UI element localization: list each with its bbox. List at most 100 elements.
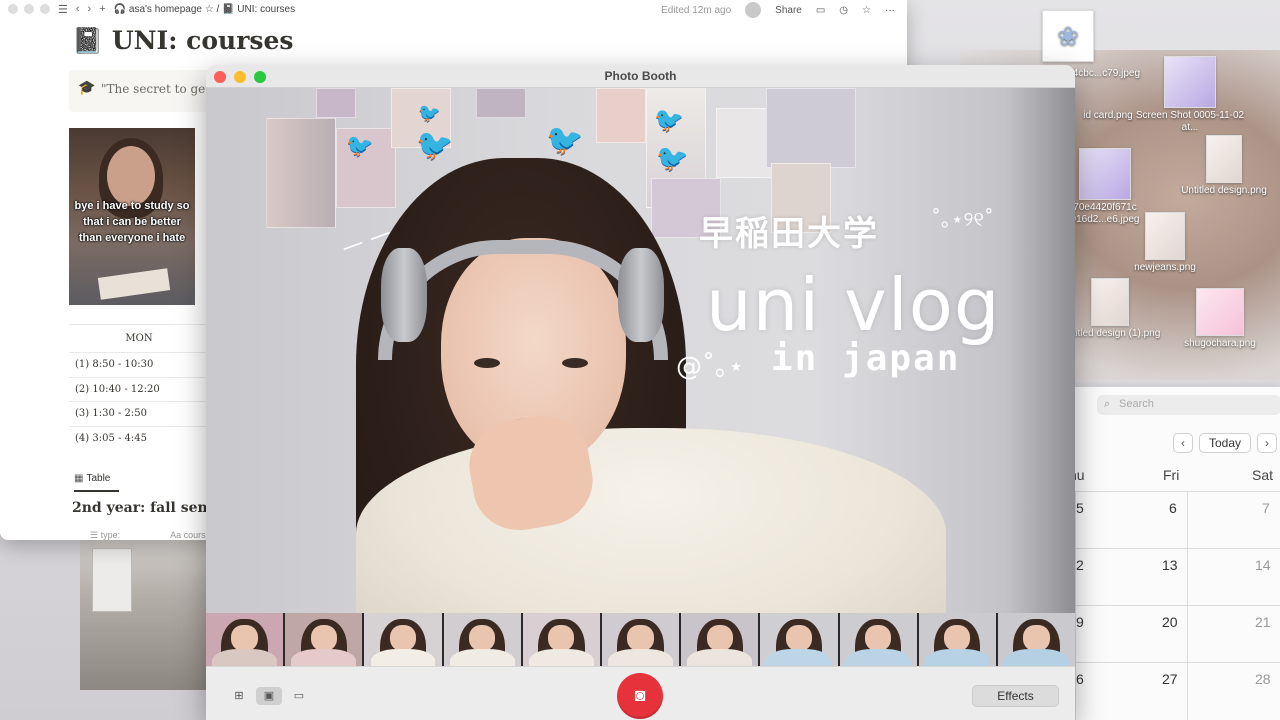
photo-thumbnail[interactable] xyxy=(285,613,363,666)
overlay-subtitle: in japan xyxy=(771,338,961,379)
search-icon: ⌕ xyxy=(1104,398,1111,410)
table-row: (4) 3:05 - 4:45 xyxy=(69,425,209,451)
untitled-thumbnail xyxy=(1206,135,1242,183)
person-sweater xyxy=(356,428,946,613)
video-mode-icon[interactable]: ▭ xyxy=(286,687,312,705)
desktop-wallpaper-hallway xyxy=(80,530,220,690)
close-button[interactable] xyxy=(214,71,226,83)
photo-thumbnail[interactable] xyxy=(839,613,917,666)
comment-icon[interactable]: ▭ xyxy=(816,5,825,16)
overlay-university-name: 早稲田大学 xyxy=(699,214,879,254)
headphones-icon: 🎧 xyxy=(113,3,127,15)
wall-photo xyxy=(316,88,356,118)
overlay-title: uni vlog xyxy=(706,263,1001,347)
screenshot-thumbnail xyxy=(1164,56,1216,108)
back-icon[interactable]: ‹ xyxy=(76,3,80,15)
prop-course[interactable]: Aa cours xyxy=(170,530,206,540)
photo-strip xyxy=(206,613,1075,666)
bird-sticker-icon: 🐦 xyxy=(656,143,689,173)
calendar-grid: 5 6 7 2 13 14 9 20 21 6 27 28 xyxy=(1069,491,1280,719)
window-title: Photo Booth xyxy=(604,69,677,83)
zoom-button[interactable] xyxy=(254,71,266,83)
desktop-icon-screenshot[interactable]: Screen Shot 0005-11-02 at... xyxy=(1135,56,1245,134)
photo-thumbnail[interactable] xyxy=(364,613,442,666)
wall-photo xyxy=(766,88,856,168)
meme-image: bye i have to study so that i can be bet… xyxy=(69,128,195,305)
bird-sticker-icon: 🐦 xyxy=(416,129,454,162)
photo-thumbnail[interactable] xyxy=(443,613,521,666)
desktop-icon-flower[interactable]: ❀ xyxy=(1008,10,1128,64)
wall-photo xyxy=(266,118,336,228)
calendar-search-field[interactable]: ⌕ Search xyxy=(1097,395,1280,415)
day-column-header: MON xyxy=(69,324,209,352)
plus-icon[interactable]: + xyxy=(99,3,105,15)
week-row: 2 13 14 xyxy=(1069,548,1280,605)
avatar[interactable] xyxy=(745,2,762,18)
breadcrumb-home[interactable]: asa's homepage xyxy=(129,4,202,15)
single-photo-mode-icon[interactable]: ▣ xyxy=(256,687,282,705)
schedule-table: MON (1) 8:50 - 10:30 (2) 10:40 - 12:20 (… xyxy=(69,324,209,450)
section-heading: 2nd year: fall seme xyxy=(72,500,222,516)
newjeans-thumbnail xyxy=(1145,212,1185,260)
photo-thumbnail[interactable] xyxy=(522,613,600,666)
forward-icon[interactable]: › xyxy=(88,3,92,15)
share-button[interactable]: Share xyxy=(775,5,802,16)
photo-thumbnail[interactable] xyxy=(997,613,1075,666)
prop-type[interactable]: ☰ type: xyxy=(90,530,120,540)
menu-icon[interactable]: ☰ xyxy=(58,3,68,16)
photo-thumbnail[interactable] xyxy=(760,613,838,666)
swirl-decoration-icon: @˚｡⋆ xyxy=(676,352,745,382)
table-row: (1) 8:50 - 10:30 xyxy=(69,352,209,377)
notebook-icon: 📓 xyxy=(222,3,235,15)
today-button[interactable]: Today xyxy=(1199,433,1252,453)
bird-sticker-icon: 🐦 xyxy=(346,133,374,158)
camera-shutter-button[interactable]: ◙ xyxy=(617,673,663,719)
more-icon[interactable]: ··· xyxy=(885,5,895,16)
camera-icon: ◙ xyxy=(634,685,646,705)
bird-sticker-icon: 🐦 xyxy=(654,107,684,134)
photo-thumbnail[interactable] xyxy=(206,613,284,666)
page-title: 📓 UNI: courses xyxy=(72,26,294,55)
week-row: 9 20 21 xyxy=(1069,605,1280,662)
property-headers: ☰ type: Aa cours xyxy=(90,530,206,540)
photo-thumbnail[interactable] xyxy=(681,613,759,666)
graduation-cap-icon: 🎓 xyxy=(78,80,96,96)
camera-preview: 🐦 🐦 🐦 🐦 🐦 🐦 早稲田大学 ˚｡⋆୨୧˚ uni vlog @˚｡⋆ i… xyxy=(206,88,1075,613)
window-titlebar: Photo Booth xyxy=(206,65,1075,88)
star-icon: ☆ xyxy=(204,3,214,15)
breadcrumb-page[interactable]: UNI: courses xyxy=(237,4,295,15)
tab-table[interactable]: ▦ Table xyxy=(74,473,119,492)
clock-icon[interactable]: ◷ xyxy=(839,5,848,16)
photobooth-window: Photo Booth 🐦 🐦 🐦 🐦 🐦 🐦 早稲田大学 ˚｡⋆୨୧˚ uni… xyxy=(206,65,1075,720)
table-icon: ▦ xyxy=(74,473,84,484)
desktop-icon-untitled[interactable]: Untitled design.png xyxy=(1168,135,1280,197)
window-controls[interactable] xyxy=(8,4,50,14)
wall-photo xyxy=(596,88,646,143)
topbar-actions: Edited 12m ago Share ▭ ◷ ☆ ··· xyxy=(661,2,895,18)
effects-button[interactable]: Effects xyxy=(972,685,1059,707)
calendar-window: ⌕ Search ‹ Today › hu Fri Sat 5 6 7 2 13… xyxy=(1068,386,1280,720)
favorite-star-icon[interactable]: ☆ xyxy=(862,5,871,16)
chevron-left-icon[interactable]: ‹ xyxy=(1173,433,1193,453)
week-row: 5 6 7 xyxy=(1069,491,1280,548)
shugochara-thumbnail xyxy=(1196,288,1244,336)
chevron-right-icon[interactable]: › xyxy=(1257,433,1278,453)
photo-thumbnail[interactable] xyxy=(601,613,680,666)
table-row: (3) 1:30 - 2:50 xyxy=(69,401,209,426)
meme-caption: bye i have to study so that i can be bet… xyxy=(74,200,190,244)
table-row: (2) 10:40 - 12:20 xyxy=(69,376,209,402)
desktop-icon-newjeans[interactable]: newjeans.png xyxy=(1110,212,1220,274)
wall-photo xyxy=(476,88,526,118)
notebook-emoji-icon: 📓 xyxy=(72,26,104,55)
grid-mode-icon[interactable]: ⊞ xyxy=(226,687,252,705)
minimize-button[interactable] xyxy=(234,71,246,83)
day-header-sat: Sat xyxy=(1252,467,1274,483)
day-header-fri: Fri xyxy=(1163,467,1180,483)
breadcrumb: 🎧 asa's homepage ☆ / 📓 UNI: courses xyxy=(113,3,296,15)
week-row: 6 27 28 xyxy=(1069,662,1280,719)
bird-sticker-icon: 🐦 xyxy=(546,124,584,157)
bird-sticker-icon: 🐦 xyxy=(418,103,441,123)
mode-selector: ⊞ ▣ ▭ xyxy=(226,687,312,705)
desktop-icon-shugochara[interactable]: shugochara.png xyxy=(1165,288,1275,350)
photo-thumbnail[interactable] xyxy=(918,613,996,666)
